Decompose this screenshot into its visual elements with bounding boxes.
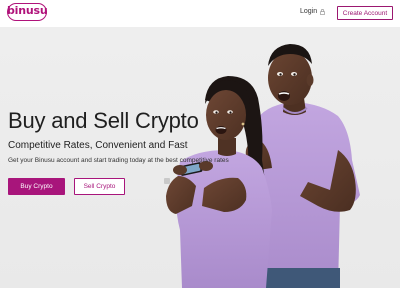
create-account-button[interactable]: Create Account (337, 6, 393, 20)
sell-crypto-button[interactable]: Sell Crypto (74, 178, 125, 195)
hero-subheadline: Competitive Rates, Convenient and Fast (8, 140, 188, 151)
hero-description: Get your Binusu account and start tradin… (8, 157, 229, 164)
login-label: Login (300, 8, 318, 15)
logo-text: binusu (7, 4, 48, 17)
hero-headline: Buy and Sell Crypto (8, 108, 199, 133)
login-link[interactable]: Login (300, 8, 325, 15)
lock-icon (320, 8, 325, 15)
buy-crypto-button[interactable]: Buy Crypto (8, 178, 65, 195)
binusu-logo[interactable]: binusu (7, 3, 48, 21)
top-navigation-bar: binusu Login Create Account (0, 0, 400, 27)
